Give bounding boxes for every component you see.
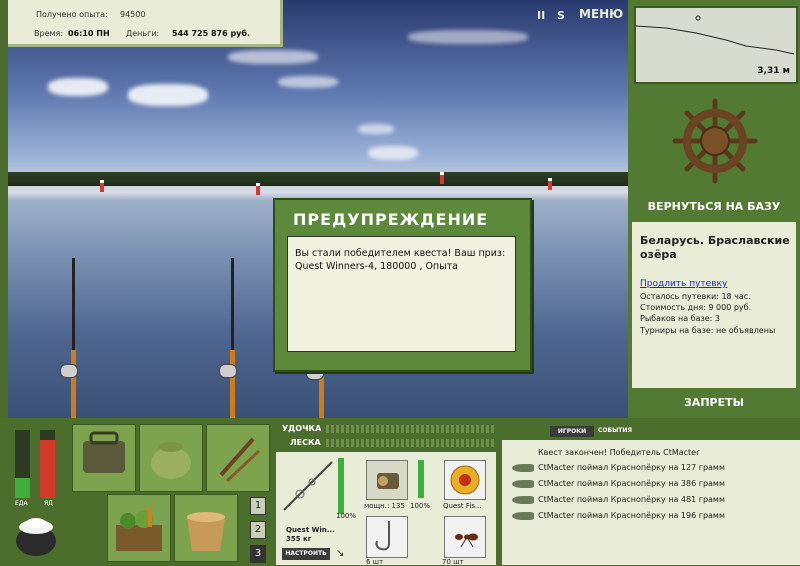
- fish-icon: [512, 480, 534, 488]
- food-bar: [15, 430, 30, 498]
- food-bar-fill: [15, 477, 30, 498]
- tournaments-status: Турниры на базе: не объявлены: [640, 326, 776, 335]
- bait-slot[interactable]: [444, 516, 486, 558]
- rod-handle: [230, 350, 235, 418]
- tab-events[interactable]: СОБЫТИЯ: [598, 427, 632, 434]
- cloud: [408, 30, 528, 44]
- inventory-page-2[interactable]: 2: [250, 521, 266, 539]
- chat-line: CtMacter поймал Краснопёрку на 386 грамм: [538, 479, 725, 488]
- day-cost: Стоимость дня: 9 000 руб.: [640, 303, 752, 312]
- reel-percent: 100%: [410, 502, 431, 510]
- line-tension-bar: [326, 439, 494, 447]
- reel-power: мощн.: 135: [364, 502, 405, 510]
- line-name: Quest Fis...: [443, 502, 482, 510]
- tab-players[interactable]: ИГРОКИ: [550, 426, 594, 437]
- cloud: [228, 50, 318, 64]
- line-slot[interactable]: [444, 460, 486, 500]
- rod-tension-label: УДОЧКА: [282, 424, 322, 433]
- tackle-bag-icon: [83, 431, 125, 473]
- cloud: [278, 76, 338, 88]
- experience-label: Получено опыта:: [36, 10, 108, 19]
- reel-icon: [219, 364, 237, 378]
- tackle-panel: 100% Quest Win... 355 кг НАСТРОИТЬ ↘ мощ…: [276, 452, 496, 566]
- money-label: Деньги:: [126, 29, 160, 38]
- rod-icon[interactable]: [280, 458, 336, 514]
- quest-finished-message: Квест закончен! Победитель CtMacter: [538, 448, 700, 457]
- tools-icon: [219, 437, 261, 483]
- warning-dialog[interactable]: ПРЕДУПРЕЖДЕНИЕ Вы стали победителем квес…: [273, 198, 532, 372]
- sound-button[interactable]: S: [557, 9, 565, 22]
- chat-line: CtMacter поймал Краснопёрку на 196 грамм: [538, 511, 725, 520]
- line-tension-label: ЛЕСКА: [290, 438, 321, 447]
- bag-icon: [151, 442, 191, 479]
- rod-percent: 100%: [336, 512, 357, 520]
- time-label: Время:: [34, 29, 64, 38]
- rod-tension-bar: [326, 425, 494, 433]
- return-to-base-button[interactable]: ВЕРНУТЬСЯ НА БАЗУ: [630, 200, 798, 213]
- inventory-page-3[interactable]: 3: [250, 545, 266, 563]
- dialog-message: Вы стали победителем квеста! Ваш приз: Q…: [287, 236, 516, 352]
- pause-button[interactable]: II: [537, 9, 545, 22]
- keepnet-slot[interactable]: [139, 424, 203, 492]
- cauldron-icon[interactable]: [12, 513, 60, 559]
- rod-name: Quest Win...: [286, 526, 335, 534]
- reel-durability-bar: [418, 460, 424, 498]
- cloud: [368, 146, 418, 160]
- remaining-time: Осталось путевки: 18 час.: [640, 292, 751, 301]
- reel-slot[interactable]: [366, 460, 408, 500]
- vegetable-basket-icon: [116, 507, 162, 551]
- player-info-panel: Получено опыта: 94500 Время: 06:10 ПН Де…: [8, 0, 283, 47]
- bait-basket-slot[interactable]: [107, 494, 171, 562]
- chat-line: CtMacter поймал Краснопёрку на 481 грамм: [538, 495, 725, 504]
- time-value: 06:10 ПН: [68, 29, 110, 38]
- poison-label: ЯД: [44, 500, 53, 507]
- rod-handle: [71, 350, 76, 418]
- cloud: [358, 124, 394, 134]
- chat-line: CtMacter поймал Краснопёрку на 127 грамм: [538, 463, 725, 472]
- buoy: [440, 172, 444, 184]
- fish-icon: [512, 496, 534, 504]
- fish-icon: [512, 464, 534, 472]
- extend-permit-link[interactable]: Продлить путевку: [640, 279, 727, 289]
- fish-icon: [512, 512, 534, 520]
- hook-icon: [375, 521, 390, 551]
- rod-weight: 355 кг: [286, 535, 312, 543]
- cloud: [128, 84, 208, 106]
- poison-bar-fill: [40, 440, 55, 498]
- experience-value: 94500: [120, 10, 146, 19]
- location-name: Беларусь. Браславские озёра: [640, 234, 790, 261]
- buoy: [100, 180, 104, 192]
- ship-wheel-icon[interactable]: [672, 98, 758, 184]
- food-label: ЕДА: [15, 500, 28, 507]
- dialog-title: ПРЕДУПРЕЖДЕНИЕ: [293, 210, 489, 229]
- tools-slot[interactable]: [206, 424, 270, 492]
- bucket-slot[interactable]: [174, 494, 238, 562]
- event-log-panel: ИГРОКИ СОБЫТИЯ Квест закончен! Победител…: [502, 426, 800, 565]
- fishers-count: Рыбаков на базе: 3: [640, 314, 720, 323]
- depth-meter: 3,31 м: [634, 6, 798, 84]
- poison-bar: [40, 430, 55, 498]
- location-info-panel: Беларусь. Браславские озёра Продлить пут…: [632, 222, 796, 388]
- bucket-icon: [187, 512, 225, 551]
- expand-arrow-icon[interactable]: ↘: [336, 548, 344, 559]
- reel-icon: [60, 364, 78, 378]
- tackle-box-slot[interactable]: [72, 424, 136, 492]
- rod-durability-bar: [338, 458, 344, 514]
- menu-button[interactable]: МЕНЮ: [579, 7, 623, 21]
- depth-value: 3,31 м: [757, 66, 790, 76]
- buoy: [548, 178, 552, 190]
- setup-button[interactable]: НАСТРОИТЬ: [282, 548, 330, 560]
- cloud: [48, 78, 108, 96]
- fishing-line-spool-icon: [450, 465, 480, 495]
- bans-button[interactable]: ЗАПРЕТЫ: [630, 396, 798, 409]
- hook-slot[interactable]: [366, 516, 408, 558]
- ant-bait-icon: [455, 533, 478, 548]
- buoy: [256, 183, 260, 195]
- reel-icon: [377, 473, 399, 489]
- inventory-page-1[interactable]: 1: [250, 497, 266, 515]
- money-value: 544 725 876 руб.: [172, 29, 251, 38]
